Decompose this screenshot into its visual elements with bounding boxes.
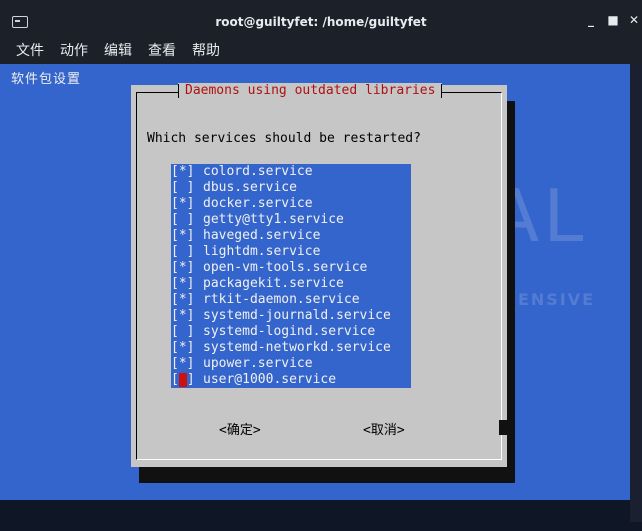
service-checkbox[interactable]: [*] bbox=[171, 292, 195, 308]
service-list-item[interactable]: [ ] getty@tty1.service bbox=[171, 212, 411, 228]
service-checkbox[interactable]: [*] bbox=[171, 340, 195, 356]
service-checkbox[interactable]: [*] bbox=[171, 196, 195, 212]
service-name: open-vm-tools.service bbox=[203, 260, 368, 275]
service-checkbox[interactable]: [*] bbox=[171, 308, 195, 324]
menu-bar: 文件 动作 编辑 查看 帮助 bbox=[0, 36, 642, 64]
dialog-question: Which services should be restarted? bbox=[147, 131, 421, 146]
service-checkbox[interactable]: [ ] bbox=[171, 244, 195, 260]
terminal-header-line: 软件包设置 bbox=[11, 72, 82, 87]
service-list-item[interactable]: [*] colord.service bbox=[171, 164, 411, 180]
service-checkbox[interactable]: [*] bbox=[171, 228, 195, 244]
service-name: dbus.service bbox=[203, 180, 297, 195]
service-checkbox[interactable]: [*] bbox=[171, 356, 195, 372]
service-name: packagekit.service bbox=[203, 276, 344, 291]
service-name: getty@tty1.service bbox=[203, 212, 344, 227]
service-name: rtkit-daemon.service bbox=[203, 292, 360, 307]
service-name: upower.service bbox=[203, 356, 313, 371]
menu-actions[interactable]: 动作 bbox=[60, 40, 88, 60]
service-name: docker.service bbox=[203, 196, 313, 211]
service-list-item[interactable]: [ ] dbus.service bbox=[171, 180, 411, 196]
service-checkbox[interactable]: [] bbox=[171, 372, 195, 388]
service-name: user@1000.service bbox=[203, 372, 337, 387]
service-name: systemd-journald.service bbox=[203, 308, 391, 323]
service-list-item[interactable]: [*] packagekit.service bbox=[171, 276, 411, 292]
service-list-item[interactable]: [*] systemd-journald.service bbox=[171, 308, 411, 324]
service-checklist[interactable]: [*] colord.service [ ] dbus.service [*] docke… bbox=[171, 164, 411, 388]
service-name: systemd-networkd.service bbox=[203, 340, 391, 355]
service-checkbox[interactable]: [*] bbox=[171, 260, 195, 276]
service-name: systemd-logind.service bbox=[203, 324, 376, 339]
service-list-item[interactable]: [*] rtkit-daemon.service bbox=[171, 292, 411, 308]
minimize-button[interactable]: _ bbox=[584, 13, 598, 27]
terminal-bottom-strip bbox=[0, 500, 630, 531]
service-list-item[interactable]: [] user@1000.service bbox=[171, 372, 411, 388]
service-list-item[interactable]: [*] systemd-networkd.service bbox=[171, 340, 411, 356]
menu-view[interactable]: 查看 bbox=[148, 40, 176, 60]
menu-edit[interactable]: 编辑 bbox=[104, 40, 132, 60]
dialog-edge-mark bbox=[499, 420, 510, 435]
service-checkbox[interactable]: [ ] bbox=[171, 324, 195, 340]
service-list-item[interactable]: [ ] lightdm.service bbox=[171, 244, 411, 260]
text-cursor bbox=[178, 372, 187, 387]
service-checkbox[interactable]: [ ] bbox=[171, 212, 195, 228]
title-bar: root@guiltyfet: /home/guiltyfet _ ■ ✕ bbox=[0, 0, 642, 36]
maximize-button[interactable]: ■ bbox=[606, 13, 620, 27]
service-list-item[interactable]: [*] docker.service bbox=[171, 196, 411, 212]
service-list-item[interactable]: [*] open-vm-tools.service bbox=[171, 260, 411, 276]
service-name: colord.service bbox=[203, 164, 313, 179]
service-name: haveged.service bbox=[203, 228, 321, 243]
terminal-scrollbar[interactable] bbox=[630, 64, 642, 522]
service-list-item[interactable]: [ ] systemd-logind.service bbox=[171, 324, 411, 340]
menu-file[interactable]: 文件 bbox=[16, 40, 44, 60]
close-button[interactable]: ✕ bbox=[627, 13, 641, 27]
ok-button[interactable]: <确定> bbox=[219, 419, 261, 438]
service-checkbox[interactable]: [*] bbox=[171, 164, 195, 180]
service-checkbox[interactable]: [*] bbox=[171, 276, 195, 292]
service-list-item[interactable]: [*] upower.service bbox=[171, 356, 411, 372]
service-list-item[interactable]: [*] haveged.service bbox=[171, 228, 411, 244]
menu-help[interactable]: 帮助 bbox=[192, 40, 220, 60]
window-title: root@guiltyfet: /home/guiltyfet bbox=[215, 15, 427, 29]
cancel-button[interactable]: <取消> bbox=[363, 419, 405, 438]
service-checkbox[interactable]: [ ] bbox=[171, 180, 195, 196]
service-name: lightdm.service bbox=[203, 244, 321, 259]
dialog-title: Daemons using outdated libraries bbox=[178, 83, 443, 98]
